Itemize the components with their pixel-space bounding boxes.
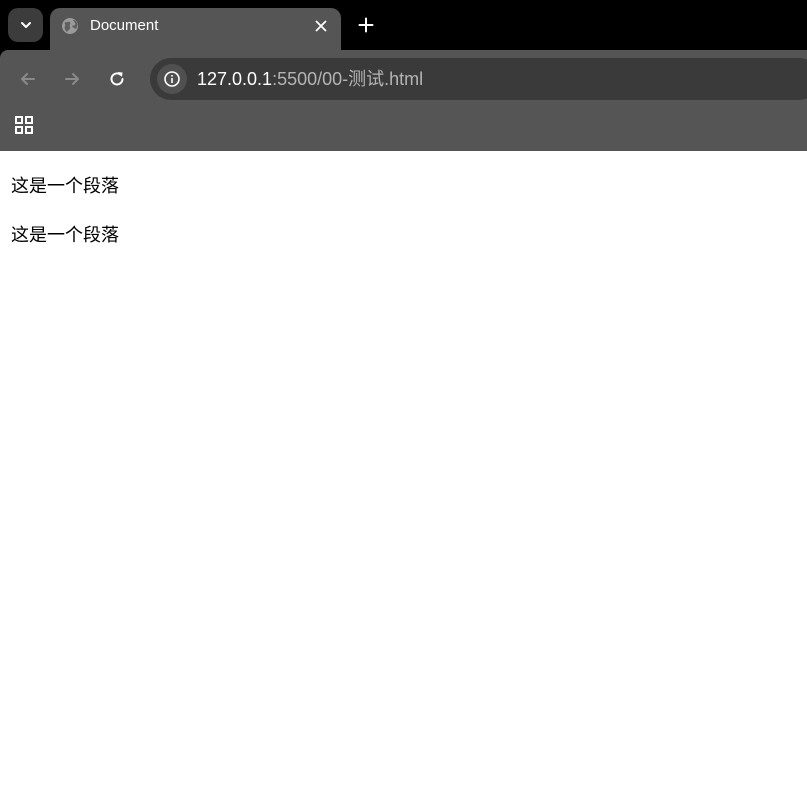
plus-icon xyxy=(358,17,374,33)
reload-button[interactable] xyxy=(103,65,131,93)
tab-strip: Document xyxy=(0,0,807,50)
apps-grid-icon xyxy=(15,116,33,134)
tab-search-button[interactable] xyxy=(8,8,43,42)
tab-document[interactable]: Document xyxy=(50,8,341,50)
close-icon xyxy=(315,20,327,32)
arrow-left-icon xyxy=(21,73,35,85)
url-path: :5500/00-测试.html xyxy=(272,69,424,89)
new-tab-button[interactable] xyxy=(353,12,379,38)
reload-icon xyxy=(110,72,124,86)
apps-button[interactable] xyxy=(13,114,35,136)
arrow-right-icon xyxy=(65,73,79,85)
browser-chrome: Document 127.0.0.1:5500/00-测试.html xyxy=(0,0,807,151)
address-bar[interactable]: 127.0.0.1:5500/00-测试.html xyxy=(150,58,807,100)
tab-title: Document xyxy=(90,17,159,34)
page-content: 这是一个段落 这是一个段落 xyxy=(0,151,807,794)
forward-button[interactable] xyxy=(58,65,86,93)
url-text[interactable]: 127.0.0.1:5500/00-测试.html xyxy=(197,68,423,90)
url-host: 127.0.0.1 xyxy=(197,69,273,89)
toolbar: 127.0.0.1:5500/00-测试.html xyxy=(0,50,807,151)
back-button[interactable] xyxy=(14,65,42,93)
chevron-down-icon xyxy=(20,22,31,28)
globe-icon xyxy=(62,18,78,34)
paragraph: 这是一个段落 xyxy=(11,225,119,246)
paragraph: 这是一个段落 xyxy=(11,176,119,197)
site-info-button[interactable] xyxy=(157,64,187,94)
info-icon xyxy=(164,71,180,87)
tab-close-button[interactable] xyxy=(312,17,330,35)
